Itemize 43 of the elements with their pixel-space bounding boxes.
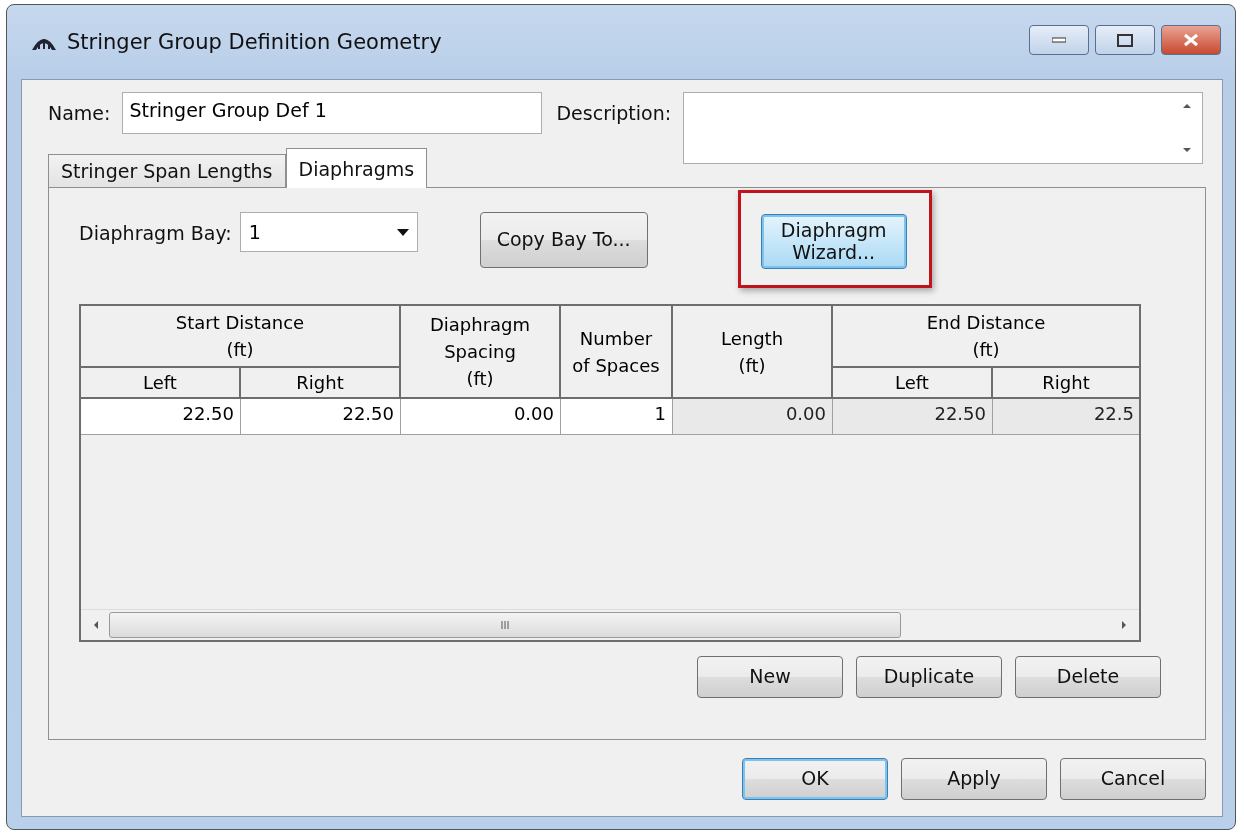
table-cell[interactable]: 0.00: [401, 399, 561, 435]
column-header: Right: [241, 368, 401, 399]
tab[interactable]: Stringer Span Lengths: [48, 154, 286, 188]
scroll-up-icon[interactable]: [1182, 101, 1193, 111]
tab[interactable]: Diaphragms: [285, 148, 428, 188]
table-cell[interactable]: 22.50: [833, 399, 993, 435]
grip-icon: [500, 620, 510, 630]
copy-bay-button[interactable]: Copy Bay To...: [479, 212, 648, 268]
scrollbar-thumb[interactable]: [109, 612, 901, 638]
name-label: Name:: [48, 102, 111, 124]
column-header: Left: [833, 368, 993, 399]
table-cell[interactable]: 22.50: [241, 399, 401, 435]
minimize-icon: [1052, 37, 1066, 43]
description-label: Description:: [556, 102, 672, 124]
column-header: Left: [81, 368, 241, 399]
table-cell[interactable]: 1: [561, 399, 673, 435]
caret-icon: [396, 228, 409, 236]
diaphragm-wizard-button[interactable]: Diaphragm Wizard...: [760, 214, 907, 269]
name-field[interactable]: Stringer Group Def 1: [122, 92, 543, 134]
table-action-button[interactable]: Duplicate: [856, 656, 1002, 698]
table-action-button[interactable]: Delete: [1015, 656, 1161, 698]
table-cell[interactable]: 22.50: [81, 399, 241, 435]
close-icon: [1183, 33, 1199, 47]
minimize-button[interactable]: [1029, 25, 1089, 55]
dialog-button[interactable]: OK: [742, 758, 888, 800]
scroll-right-icon[interactable]: [1119, 620, 1129, 630]
close-button[interactable]: [1161, 25, 1221, 55]
diaphragm-bay-label: Diaphragm Bay:: [79, 222, 232, 244]
diaphragm-bay-dropdown[interactable]: 1: [239, 212, 418, 252]
table-cell[interactable]: 0.00: [673, 399, 833, 435]
table-action-button[interactable]: New: [697, 656, 843, 698]
window-title: Stringer Group Definition Geometry: [67, 30, 442, 54]
dialog-button[interactable]: Cancel: [1060, 758, 1206, 800]
scroll-down-icon[interactable]: [1182, 145, 1193, 155]
description-field[interactable]: [683, 92, 1204, 164]
column-group-header: Start Distance (ft): [81, 306, 401, 368]
column-header: Number of Spaces: [561, 306, 673, 399]
maximize-button[interactable]: [1095, 25, 1155, 55]
column-header: Length (ft): [673, 306, 833, 399]
table-cell[interactable]: 22.5: [993, 399, 1139, 435]
dialog-button[interactable]: Apply: [901, 758, 1047, 800]
maximize-icon: [1117, 33, 1133, 47]
column-header: Diaphragm Spacing (ft): [401, 306, 561, 399]
